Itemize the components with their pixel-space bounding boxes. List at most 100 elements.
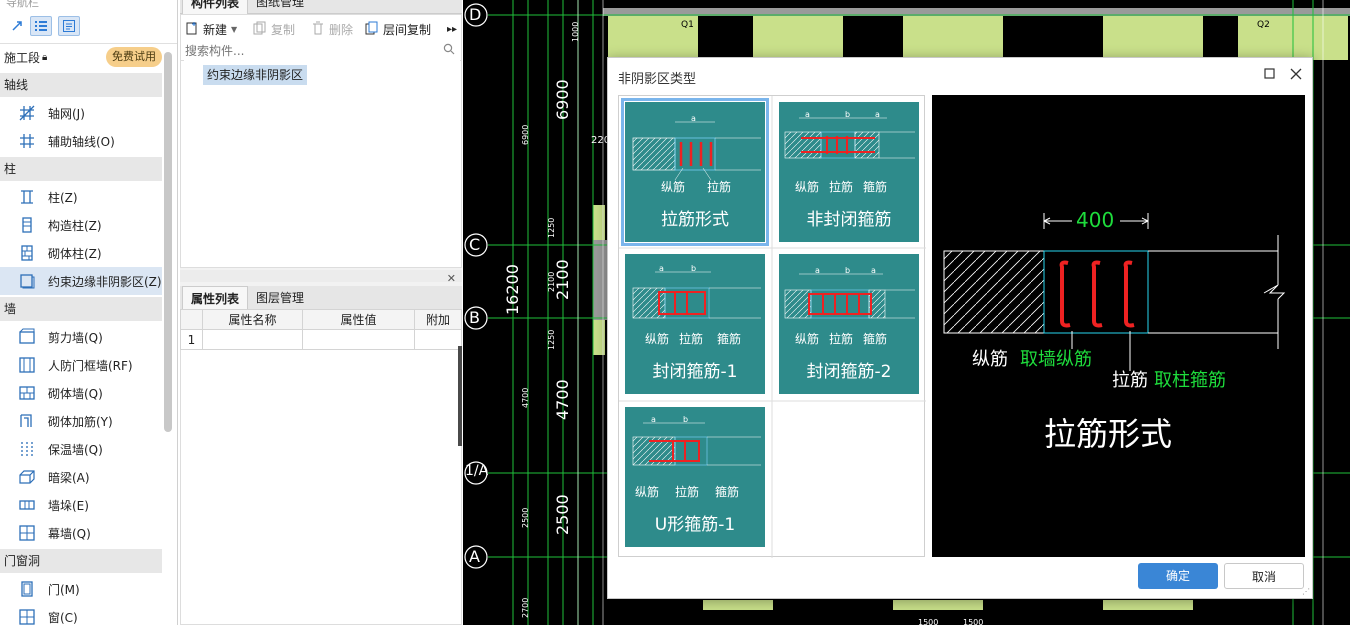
column-icon [18, 188, 36, 206]
longitudinal-label: 纵筋 [972, 349, 1008, 370]
stage-label: 施工段 [4, 50, 41, 65]
tab-property-list[interactable]: 属性列表 [182, 286, 249, 310]
search-input[interactable] [184, 41, 460, 61]
dimension-label: 4700 [521, 387, 530, 408]
nav-item-hidden-beam[interactable]: 暗梁(A) [0, 463, 162, 491]
masonry-column-icon [18, 244, 36, 262]
category-openings[interactable]: 门窗洞 [0, 549, 162, 573]
resize-grip-icon[interactable]: ⋰ [1302, 587, 1310, 596]
wall-fill [1103, 15, 1203, 60]
caption-tie: 拉筋 [829, 332, 854, 346]
new-button[interactable]: 新建 ▼ [185, 18, 237, 40]
tab-layer-management[interactable]: 图层管理 [248, 286, 312, 310]
nav-item-axis-grid[interactable]: 轴网(J) [0, 99, 162, 127]
close-icon[interactable] [1288, 66, 1304, 82]
axis-label: D [469, 5, 482, 24]
delete-button[interactable]: 删除 [311, 18, 353, 40]
wall-fill [1103, 600, 1193, 610]
nav-item-boundary-zone[interactable]: 约束边缘非阴影区(Z) [0, 267, 162, 295]
nav-item-column[interactable]: 柱(Z) [0, 183, 162, 211]
table-cell[interactable] [414, 329, 462, 350]
nav-item-label: 剪力墙(Q) [48, 330, 103, 345]
nav-item-window[interactable]: 窗(C) [0, 603, 162, 625]
nav-item-shear-wall[interactable]: 剪力墙(Q) [0, 323, 162, 351]
nav-item-curtain-wall[interactable]: 幕墙(Q) [0, 519, 162, 547]
property-tabs: 属性列表 图层管理 [180, 286, 462, 310]
option-u-stirrup-1[interactable]: a b 纵筋 拉筋 箍筋 U形箍筋-1 [625, 407, 765, 547]
construction-stage[interactable]: 施工段 🔒︎ 免费试用 [0, 45, 162, 69]
category-column[interactable]: 柱 [0, 157, 162, 181]
confirm-button[interactable]: 确定 [1138, 563, 1218, 589]
dimension-label: 1250 [547, 217, 556, 238]
nav-item-door[interactable]: 门(M) [0, 575, 162, 603]
more-icon[interactable]: ▸▸ [447, 18, 457, 40]
tab-drawing-management[interactable]: 图纸管理 [248, 0, 312, 14]
caption-longitudinal: 纵筋 [645, 332, 670, 346]
nav-scrollbar[interactable] [164, 52, 172, 432]
dimension-label: 2500 [553, 494, 572, 535]
navigation-panel: 导航栏 施工段 🔒︎ 免费试用 轴线 轴网(J) 辅助轴线(O) 柱 柱(Z) … [0, 0, 178, 625]
dimension-label: 1250 [547, 329, 556, 350]
nav-item-wall-pier[interactable]: 墙垛(E) [0, 491, 162, 519]
nav-item-aux-axis[interactable]: 辅助轴线(O) [0, 127, 162, 155]
nav-item-label: 砌体墙(Q) [48, 386, 103, 401]
option-closed-stirrup-2[interactable]: a b a 纵筋 拉筋 箍筋 封闭箍筋-2 [779, 254, 919, 394]
dropdown-icon: ▼ [231, 24, 238, 34]
row-index: 1 [180, 329, 203, 350]
table-cell[interactable] [302, 329, 415, 350]
tab-component-list[interactable]: 构件列表 [182, 0, 249, 14]
type-options-grid: a 纵筋 拉筋 拉筋形式 a b a 纵筋 拉筋 箍筋 非封闭箍筋 a b 纵筋… [618, 95, 926, 558]
dim-label: b [691, 264, 697, 273]
floor-copy-button[interactable]: 层间复制 [365, 18, 431, 40]
table-row[interactable]: 1 [180, 329, 462, 350]
dimension-label: 1500 [963, 618, 984, 625]
copy-label: 复制 [271, 22, 296, 37]
option-closed-stirrup-1[interactable]: a b 纵筋 拉筋 箍筋 封闭箍筋-1 [625, 254, 765, 394]
nav-item-label: 窗(C) [48, 610, 78, 625]
table-cell[interactable] [202, 329, 303, 350]
nav-item-masonry-wall[interactable]: 砌体墙(Q) [0, 379, 162, 407]
longitudinal-note: 取墙纵筋 [1020, 349, 1092, 370]
dimension-label: 4700 [553, 379, 572, 420]
preview-panel: 400 纵筋 取墙纵筋 拉筋 取柱箍筋 拉筋形式 [932, 95, 1305, 557]
copy-button[interactable]: 复制 [253, 18, 295, 40]
curtain-wall-icon [18, 524, 36, 542]
list-view-icon[interactable] [30, 16, 52, 36]
tie-label: 拉筋 [1112, 370, 1148, 391]
table-header: 属性名称 属性值 附加 [180, 309, 462, 330]
option-tie-bar[interactable]: a 纵筋 拉筋 拉筋形式 [621, 98, 769, 246]
caption-stirrup: 箍筋 [863, 180, 888, 194]
wall-fill [703, 600, 773, 610]
preview-diagram [943, 213, 1286, 371]
nav-item-label: 暗梁(A) [48, 470, 90, 485]
panel-divider[interactable] [180, 270, 462, 282]
collapse-handle[interactable] [458, 346, 462, 446]
option-open-stirrup[interactable]: a b a 纵筋 拉筋 箍筋 非封闭箍筋 [779, 102, 919, 242]
detail-view-icon[interactable] [58, 16, 80, 36]
close-icon[interactable]: ✕ [447, 272, 456, 285]
option-label: 封闭箍筋-2 [806, 362, 892, 382]
nav-item-masonry-rebar[interactable]: 砌体加筋(Y) [0, 407, 162, 435]
nav-item-civil-defense-wall[interactable]: 人防门框墙(RF) [0, 351, 162, 379]
pin-icon[interactable] [6, 16, 28, 36]
nav-item-label: 辅助轴线(O) [48, 134, 115, 149]
dimension-label: 2500 [521, 507, 530, 528]
dim-label: a [691, 114, 696, 123]
nav-item-insulation-wall[interactable]: 保温墙(Q) [0, 435, 162, 463]
search-icon[interactable] [443, 43, 455, 58]
dimension-label: 6900 [521, 124, 530, 145]
cancel-button[interactable]: 取消 [1224, 563, 1304, 589]
component-item[interactable]: 约束边缘非阴影区 [203, 65, 308, 85]
trial-badge[interactable]: 免费试用 [106, 47, 162, 67]
dim-label: b [845, 110, 851, 119]
column-header: 属性名称 [202, 309, 303, 330]
dimension-label: 2700 [521, 597, 530, 618]
floor-copy-label: 层间复制 [383, 22, 432, 37]
category-wall[interactable]: 墙 [0, 297, 162, 321]
column-header-index [180, 309, 203, 330]
nav-item-label: 门(M) [48, 582, 80, 597]
nav-item-structural-column[interactable]: 构造柱(Z) [0, 211, 162, 239]
maximize-icon[interactable] [1262, 66, 1278, 82]
nav-item-masonry-column[interactable]: 砌体柱(Z) [0, 239, 162, 267]
category-axis[interactable]: 轴线 [0, 73, 162, 97]
